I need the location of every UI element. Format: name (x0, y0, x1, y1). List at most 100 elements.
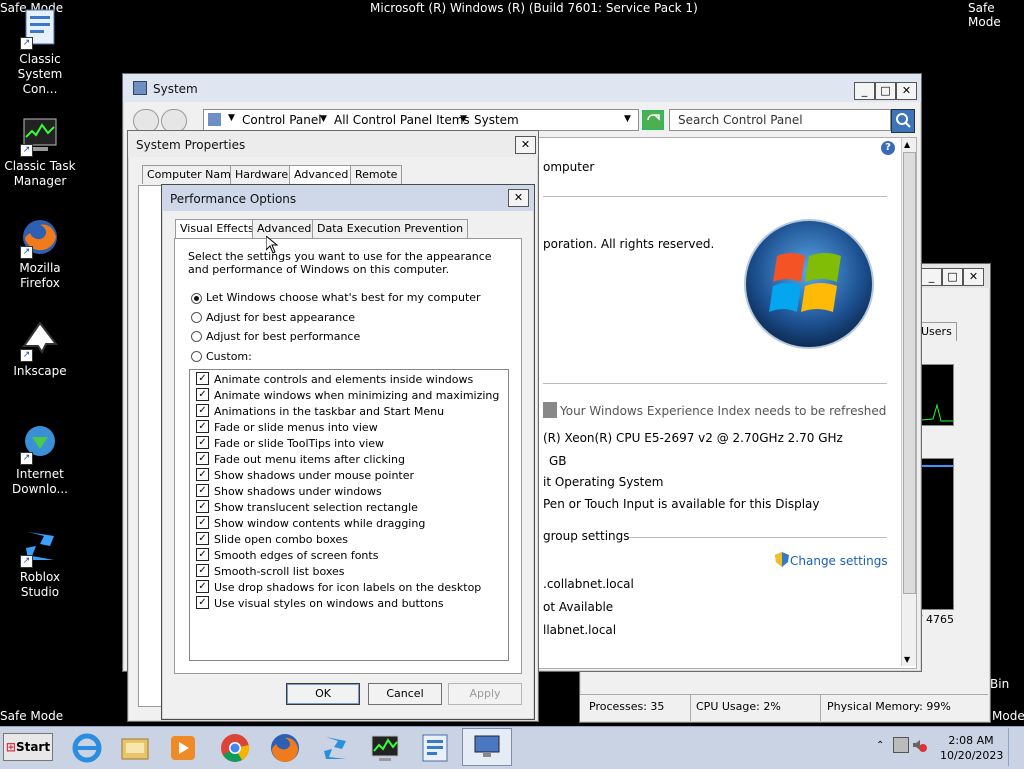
search-input[interactable]: Search Control Panel (669, 109, 891, 131)
wei-link[interactable]: Your Windows Experience Index needs to b… (560, 404, 886, 418)
radio-label: Adjust for best appearance (206, 311, 356, 324)
checkbox-checked[interactable]: ✓ (196, 516, 209, 529)
list-item[interactable]: ✓ Use visual styles on windows and button… (190, 596, 490, 612)
desktop-icon-classic-system-control[interactable]: ↗ Classic System Con... (0, 8, 80, 97)
list-item[interactable]: ✓ Animate controls and elements inside wi… (190, 372, 490, 388)
list-item[interactable]: ✓ Show shadows under windows (190, 484, 490, 500)
tab-users[interactable]: Users (916, 322, 957, 341)
list-item[interactable]: ✓ Smooth edges of screen fonts (190, 548, 490, 564)
checkbox-checked[interactable]: ✓ (196, 564, 209, 577)
chevron-down-icon[interactable]: ▼ (228, 113, 235, 123)
show-hidden-icons-chevron-icon[interactable]: ⌃ (876, 740, 884, 751)
roblox-studio-icon[interactable] (318, 731, 352, 765)
tab-data-execution-prevention[interactable]: Data Execution Prevention (312, 219, 469, 238)
scrollbar-thumb[interactable] (903, 152, 916, 594)
desktop-icon-roblox-studio[interactable]: ↗ Roblox Studio (0, 526, 80, 600)
radio-let-windows-choose[interactable] (191, 293, 202, 304)
list-item[interactable]: ✓ Fade out menu items after clicking (190, 452, 490, 468)
list-item[interactable]: ✓ Show shadows under mouse pointer (190, 468, 490, 484)
list-item[interactable]: ✓ Fade or slide menus into view (190, 420, 490, 436)
close-button[interactable]: ✕ (515, 136, 536, 154)
checkbox-checked[interactable]: ✓ (196, 436, 209, 449)
checkbox-checked[interactable]: ✓ (196, 580, 209, 593)
checkbox-checked[interactable]: ✓ (196, 484, 209, 497)
desktop-icon-classic-task-manager[interactable]: ↗ Classic Task Manager (0, 115, 80, 189)
refresh-icon[interactable] (642, 110, 664, 130)
checkbox-checked[interactable]: ✓ (196, 388, 209, 401)
cpu-graph (920, 364, 954, 426)
list-item[interactable]: ✓ Slide open combo boxes (190, 532, 490, 548)
search-icon[interactable] (891, 109, 915, 133)
checkbox-checked[interactable]: ✓ (196, 372, 209, 385)
control-panel-icon[interactable] (418, 731, 452, 765)
checkbox-checked[interactable]: ✓ (196, 500, 209, 513)
list-item[interactable]: ✓ Smooth-scroll list boxes (190, 564, 490, 580)
internet-explorer-icon[interactable] (70, 731, 104, 765)
desktop-icon-internet-download-manager[interactable]: ↗ Internet Downlo... (0, 423, 80, 497)
maximize-button[interactable]: □ (942, 268, 963, 286)
change-settings-link[interactable]: Change settings (790, 554, 888, 568)
radio-best-performance[interactable] (191, 331, 202, 342)
chevron-down-icon[interactable]: ▼ (320, 114, 327, 124)
breadcrumb-item[interactable]: System (474, 113, 519, 127)
network-icon[interactable] (893, 737, 909, 753)
clock-time[interactable]: 2:08 AM (940, 733, 1002, 748)
minimize-button[interactable]: _ (854, 82, 875, 100)
checkbox-checked[interactable]: ✓ (196, 404, 209, 417)
tab-advanced[interactable]: Advanced (289, 165, 354, 186)
visual-effects-list[interactable]: ✓ Animate controls and elements inside wi… (189, 369, 509, 661)
desktop-icon-inkscape[interactable]: ↗ Inkscape (0, 320, 80, 379)
checkbox-checked[interactable]: ✓ (196, 452, 209, 465)
apply-button[interactable]: Apply (448, 683, 522, 705)
checkbox-checked[interactable]: ✓ (196, 532, 209, 545)
close-button[interactable]: ✕ (896, 82, 917, 100)
task-manager-icon: ↗ (20, 115, 60, 157)
system-properties-taskbar-button[interactable] (462, 728, 512, 766)
list-item[interactable]: ✓ Animate windows when minimizing and max… (190, 388, 499, 404)
start-button[interactable]: ⊞Start (3, 733, 53, 761)
system-titlebar[interactable]: System (123, 74, 921, 102)
checkbox-checked[interactable]: ✓ (196, 596, 209, 609)
task-manager-statusbar: Processes: 35 CPU Usage: 2% Physical Mem… (580, 694, 988, 721)
list-item[interactable]: ✓ Animations in the taskbar and Start Men… (190, 404, 490, 420)
show-desktop-button[interactable] (1008, 728, 1023, 766)
checkbox-checked[interactable]: ✓ (196, 548, 209, 561)
chevron-down-icon[interactable]: ▼ (460, 114, 467, 124)
help-icon[interactable]: ? (881, 141, 895, 155)
media-player-icon[interactable] (166, 731, 200, 765)
minimize-button[interactable]: _ (921, 268, 942, 286)
close-button[interactable]: ✕ (963, 268, 984, 286)
list-item[interactable]: ✓ Use drop shadows for icon labels on the… (190, 580, 490, 596)
address-bar[interactable]: ▼ Control Panel ▼ All Control Panel Item… (203, 109, 639, 131)
clock-date[interactable]: 10/20/2023 (940, 748, 1003, 763)
tab-advanced[interactable]: Advanced (252, 219, 317, 238)
breadcrumb-item[interactable]: All Control Panel Items (334, 113, 470, 127)
breadcrumb-item[interactable]: Control Panel (242, 113, 322, 127)
tab-computer-name[interactable]: Computer Name (142, 165, 243, 184)
tab-hardware[interactable]: Hardware (230, 165, 294, 184)
list-item[interactable]: ✓ Show translucent selection rectangle (190, 500, 490, 516)
maximize-button[interactable]: □ (875, 82, 896, 100)
list-item[interactable]: ✓ Show window contents while dragging (190, 516, 490, 532)
tab-visual-effects[interactable]: Visual Effects (175, 219, 259, 240)
list-item[interactable]: ✓ Fade or slide ToolTips into view (190, 436, 490, 452)
system-properties-titlebar[interactable]: System Properties (128, 131, 538, 157)
firefox-icon[interactable] (268, 731, 302, 765)
cancel-button[interactable]: Cancel (368, 683, 442, 705)
close-button[interactable]: ✕ (508, 189, 529, 207)
chevron-down-icon[interactable]: ▼ (624, 114, 631, 124)
desktop-icon-firefox[interactable]: ↗ Mozilla Firefox (0, 217, 80, 291)
checkbox-checked[interactable]: ✓ (196, 420, 209, 433)
ok-button[interactable]: OK (286, 683, 360, 705)
performance-options-titlebar[interactable]: Performance Options (162, 185, 534, 211)
task-manager-icon[interactable] (368, 731, 402, 765)
tab-remote[interactable]: Remote (350, 165, 403, 184)
radio-best-appearance[interactable] (191, 312, 202, 323)
checkbox-checked[interactable]: ✓ (196, 468, 209, 481)
file-explorer-icon[interactable] (118, 731, 152, 765)
vertical-scrollbar[interactable]: ▲ ▼ (901, 138, 916, 666)
volume-muted-icon[interactable] (911, 737, 927, 752)
chrome-icon[interactable] (218, 731, 252, 765)
performance-options-dialog[interactable]: Performance Options ✕ Visual Effects Adv… (161, 184, 535, 720)
radio-custom[interactable] (191, 351, 202, 362)
